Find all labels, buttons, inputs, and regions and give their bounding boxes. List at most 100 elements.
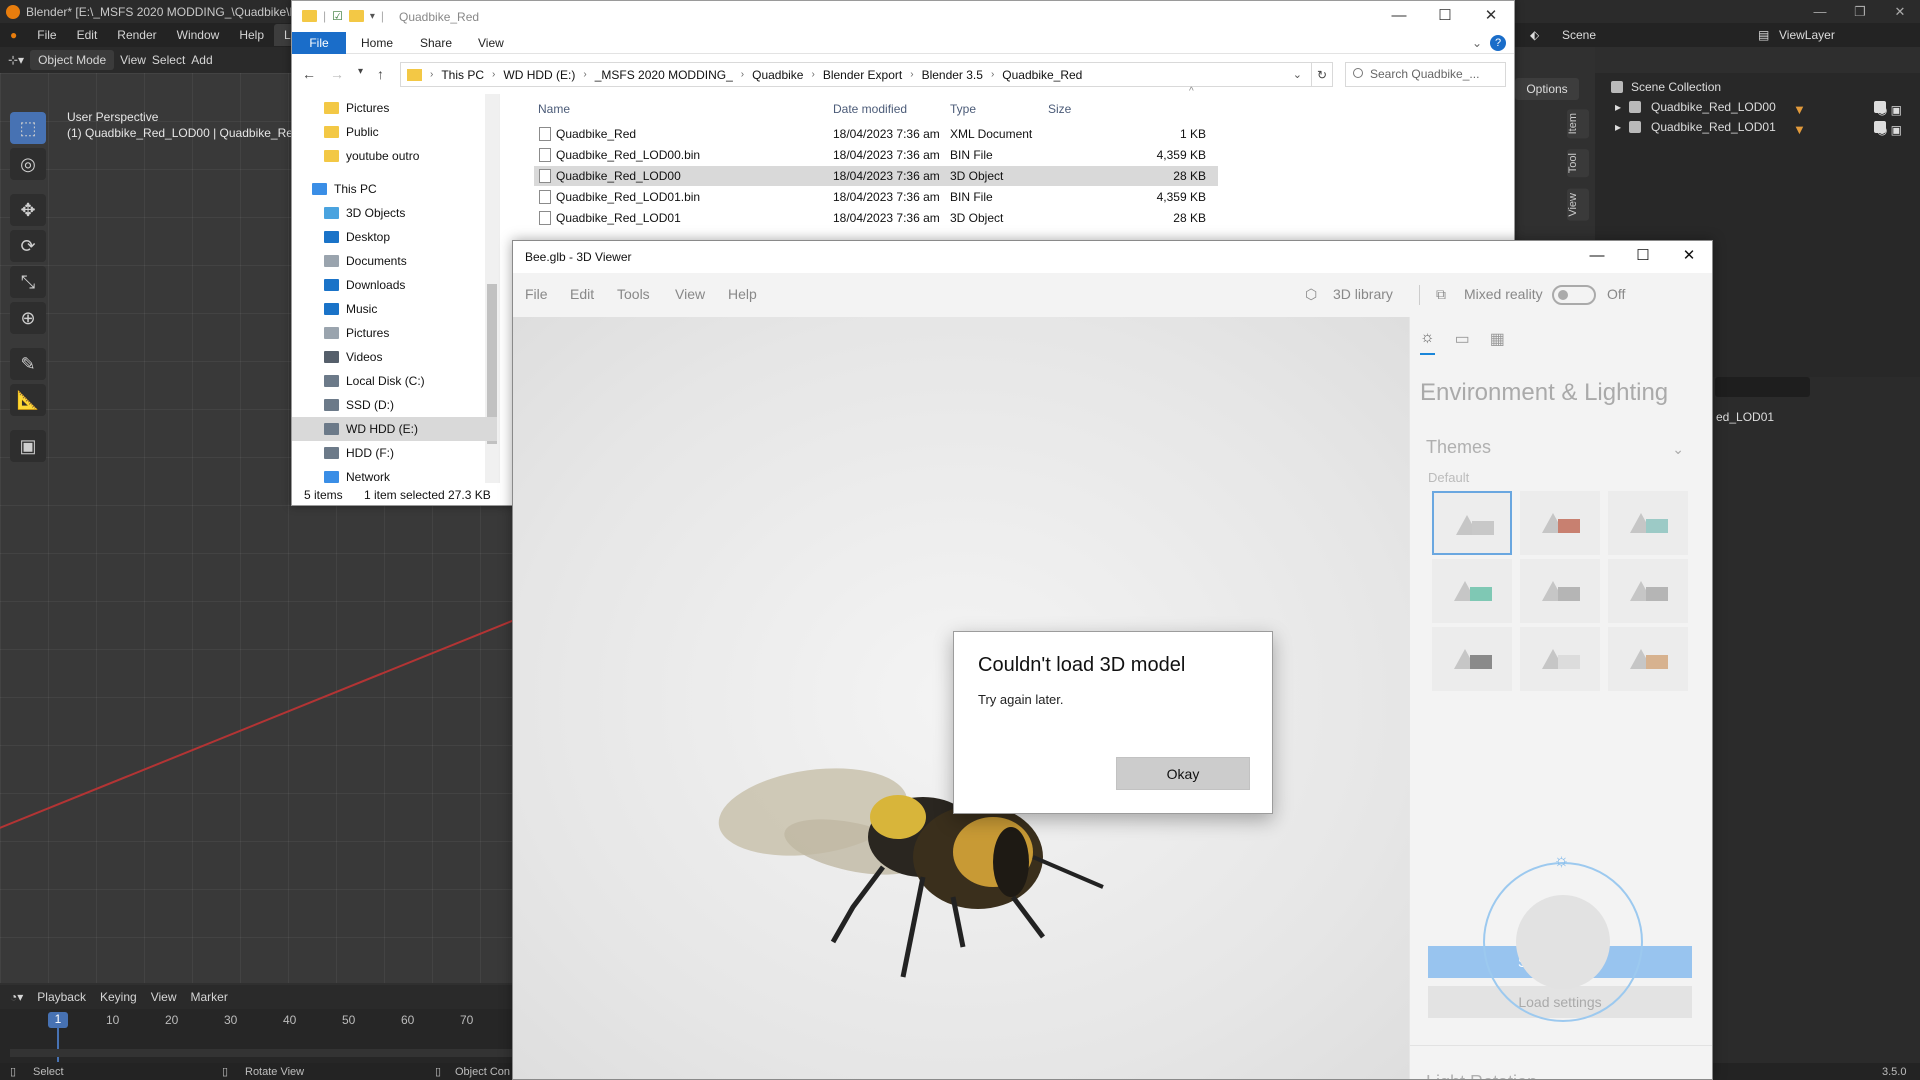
help-icon[interactable]: ? (1490, 35, 1506, 51)
menu-window[interactable]: Window (167, 28, 230, 42)
timeline-playback[interactable]: Playback (37, 990, 86, 1004)
ribbon-tab-share[interactable]: Share (420, 36, 452, 50)
current-frame-indicator[interactable]: 1 (48, 1012, 68, 1028)
viewlayer-icon[interactable]: ▤ (1758, 28, 1769, 42)
viewlayer-name[interactable]: ViewLayer (1779, 28, 1835, 42)
menu-help[interactable]: Help (229, 28, 274, 42)
sun-icon[interactable]: ☼ (1553, 850, 1570, 871)
annotate-tool-icon[interactable]: ✎ (10, 348, 46, 380)
column-header-type[interactable]: Type (950, 102, 976, 116)
outliner-item-lod01[interactable]: ▸ Quadbike_Red_LOD01 ▼ ◉ ▣ (1595, 117, 1920, 137)
mixed-reality-toggle[interactable] (1552, 285, 1596, 305)
menu-file[interactable]: File (27, 28, 66, 42)
sidebar-tab-view[interactable]: View (1567, 189, 1589, 221)
close-icon[interactable]: ✕ (1880, 0, 1920, 23)
minimize-icon[interactable]: — (1376, 1, 1422, 32)
expand-arrow-icon[interactable]: ▸ (1615, 97, 1621, 117)
3d-library-button[interactable]: 3D library (1333, 286, 1393, 302)
header-add[interactable]: Add (191, 53, 212, 67)
themes-chevron-icon[interactable]: ⌄ (1672, 441, 1684, 458)
minimize-icon[interactable]: — (1574, 241, 1620, 273)
sidebar-item[interactable]: SSD (D:) (292, 393, 497, 417)
timeline-marker[interactable]: Marker (190, 990, 227, 1004)
recent-locations-icon[interactable]: ▾ (358, 66, 363, 82)
outliner-scene-collection[interactable]: Scene Collection (1595, 77, 1920, 97)
forward-icon[interactable]: → (330, 66, 344, 82)
select-box-tool-icon[interactable]: ⬚ (10, 112, 46, 144)
scene-name[interactable]: Scene (1562, 28, 1596, 42)
header-select[interactable]: Select (152, 53, 185, 67)
sidebar-item[interactable]: Public (292, 120, 497, 144)
column-header-name[interactable]: Name (538, 102, 570, 116)
sidebar-item[interactable]: HDD (F:) (292, 441, 497, 465)
ribbon-tab-home[interactable]: Home (361, 36, 393, 50)
sidebar-item[interactable]: This PC (292, 177, 497, 201)
column-header-date[interactable]: Date modified (833, 102, 907, 116)
file-row[interactable]: Quadbike_Red_LOD01 18/04/2023 7:36 am 3D O… (534, 208, 1218, 228)
theme-thumbnail[interactable] (1520, 559, 1600, 623)
back-icon[interactable]: ← (302, 66, 316, 82)
cursor-tool-icon[interactable]: ◎ (10, 148, 46, 180)
minimize-icon[interactable]: — (1800, 0, 1840, 23)
expand-arrow-icon[interactable]: ▸ (1615, 117, 1621, 137)
theme-thumbnail[interactable] (1432, 559, 1512, 623)
breadcrumb-item[interactable]: WD HDD (E:) (503, 68, 575, 82)
add-cube-tool-icon[interactable]: ▣ (10, 430, 46, 462)
sidebar-item[interactable]: Network (292, 465, 497, 483)
breadcrumb-item[interactable]: _MSFS 2020 MODDING_ (595, 68, 733, 82)
ribbon-tab-file[interactable]: File (292, 32, 346, 54)
sidebar-item[interactable]: Music (292, 297, 497, 321)
timeline-view[interactable]: View (151, 990, 177, 1004)
options-dropdown[interactable]: Options (1515, 78, 1579, 100)
lighting-tab-icon[interactable]: ☼ (1420, 329, 1435, 355)
theme-thumbnail[interactable] (1520, 627, 1600, 691)
maximize-icon[interactable]: ☐ (1620, 241, 1666, 273)
customize-qat-icon[interactable]: ▾ (370, 11, 375, 22)
viewer-menu-help[interactable]: Help (728, 286, 757, 302)
scene-icon[interactable]: ⬖ (1530, 28, 1539, 42)
sidebar-item[interactable]: 3D Objects (292, 201, 497, 225)
sidebar-item[interactable]: WD HDD (E:) (292, 417, 497, 441)
blender-logo-menu-icon[interactable]: ● (0, 28, 27, 42)
themes-header[interactable]: Themes (1426, 437, 1491, 458)
sidebar-item[interactable]: Pictures (292, 321, 497, 345)
file-row[interactable]: Quadbike_Red_LOD00.bin 18/04/2023 7:36 am… (534, 145, 1218, 165)
visibility-eye-icon[interactable]: ◉ ▣ (1877, 120, 1902, 140)
menu-render[interactable]: Render (107, 28, 166, 42)
sidebar-item[interactable]: Documents (292, 249, 497, 273)
viewer-menu-edit[interactable]: Edit (570, 286, 594, 302)
timeline[interactable]: 10 20 30 40 50 60 70 1 (0, 1009, 520, 1063)
breadcrumb-item[interactable]: Quadbike (752, 68, 803, 82)
breadcrumb-item[interactable]: Blender Export (823, 68, 902, 82)
theme-thumbnail[interactable] (1608, 559, 1688, 623)
sidebar-item[interactable]: Local Disk (C:) (292, 369, 497, 393)
maximize-icon[interactable]: ☐ (1422, 1, 1468, 32)
file-row[interactable]: Quadbike_Red_LOD01.bin 18/04/2023 7:36 am… (534, 187, 1218, 207)
breadcrumb-item[interactable]: This PC (441, 68, 484, 82)
breadcrumb-item[interactable]: Quadbike_Red (1002, 68, 1082, 82)
outliner-item-lod00[interactable]: ▸ Quadbike_Red_LOD00 ▼ ◉ ▣ (1595, 97, 1920, 117)
sidebar-item[interactable]: Desktop (292, 225, 497, 249)
viewer-menu-view[interactable]: View (675, 286, 705, 302)
theme-thumbnail[interactable] (1520, 491, 1600, 555)
sidebar-tab-tool[interactable]: Tool (1567, 149, 1589, 178)
restore-icon[interactable]: ❐ (1840, 0, 1880, 23)
transform-tool-icon[interactable]: ⊕ (10, 302, 46, 334)
up-icon[interactable]: ↑ (377, 66, 384, 82)
close-icon[interactable]: ✕ (1468, 1, 1514, 32)
editor-type-icon[interactable]: ⊹▾ (8, 53, 24, 67)
viewer-menu-tools[interactable]: Tools (617, 286, 650, 302)
ribbon-tab-view[interactable]: View (478, 36, 504, 50)
theme-thumbnail[interactable] (1432, 491, 1512, 555)
3d-library-icon[interactable]: ⬡ (1305, 286, 1317, 303)
sidebar-item[interactable]: Downloads (292, 273, 497, 297)
breadcrumb-item[interactable]: Blender 3.5 (922, 68, 983, 82)
sidebar-item[interactable]: Pictures (292, 96, 497, 120)
mixed-reality-icon[interactable]: ⧉ (1436, 286, 1446, 303)
properties-search-field[interactable] (1715, 377, 1810, 397)
timeline-editor-icon[interactable]: ◔▾ (10, 990, 23, 1004)
okay-button[interactable]: Okay (1116, 757, 1250, 790)
menu-edit[interactable]: Edit (67, 28, 108, 42)
new-folder-icon[interactable] (348, 10, 364, 22)
rotate-tool-icon[interactable]: ⟳ (10, 230, 46, 262)
